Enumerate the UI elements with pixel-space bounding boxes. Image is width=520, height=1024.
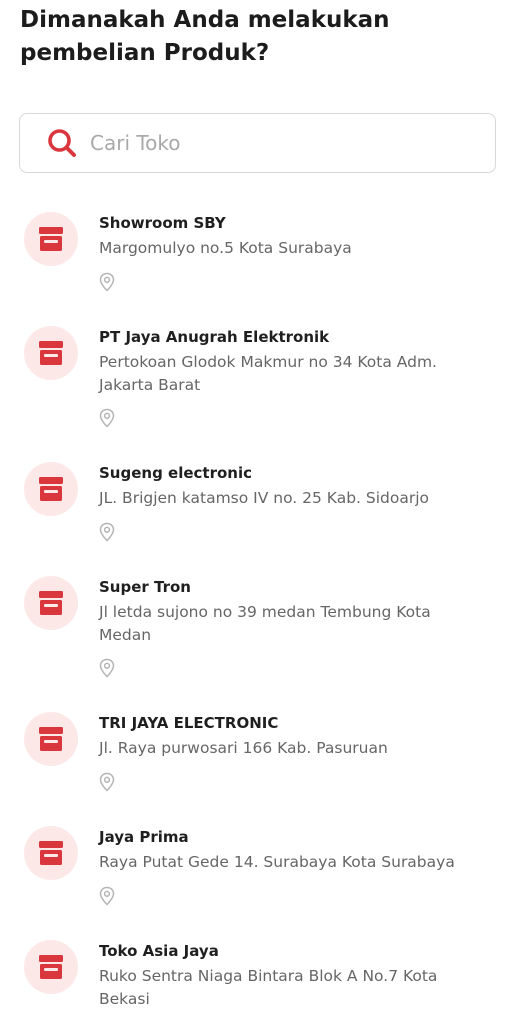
store-name: Sugeng electronic [99, 464, 252, 482]
store-icon [24, 826, 78, 880]
store-icon [24, 576, 78, 630]
store-icon [24, 212, 78, 266]
search-icon[interactable] [46, 127, 78, 159]
store-name: TRI JAYA ELECTRONIC [99, 714, 279, 732]
store-address: Ruko Sentra Niaga Bintara Blok A No.7 Ko… [99, 967, 438, 1008]
location-pin-icon[interactable] [97, 886, 117, 906]
location-pin-icon[interactable] [97, 408, 117, 428]
search-bar[interactable] [19, 113, 496, 173]
search-input[interactable] [90, 131, 470, 155]
store-icon [24, 462, 78, 516]
location-pin-icon[interactable] [97, 772, 117, 792]
store-name: PT Jaya Anugrah Elektronik [99, 328, 330, 346]
store-address: Raya Putat Gede 14. Surabaya Kota Suraba… [99, 853, 455, 871]
store-address: Pertokoan Glodok Makmur no 34 Kota Adm. … [99, 353, 437, 394]
store-address: Margomulyo no.5 Kota Surabaya [99, 239, 352, 257]
store-address: Jl. Raya purwosari 166 Kab. Pasuruan [99, 739, 388, 757]
location-pin-icon[interactable] [97, 272, 117, 292]
location-pin-icon[interactable] [97, 522, 117, 542]
store-address: JL. Brigjen katamso IV no. 25 Kab. Sidoa… [99, 489, 430, 507]
page-title: Dimanakah Anda melakukan pembelian Produ… [20, 7, 390, 66]
store-address: Jl letda sujono no 39 medan Tembung Kota… [99, 603, 431, 644]
store-icon [24, 712, 78, 766]
store-icon [24, 326, 78, 380]
store-name: Toko Asia Jaya [99, 942, 219, 960]
store-name: Jaya Prima [99, 828, 189, 846]
store-name: Super Tron [99, 578, 191, 596]
store-name: Showroom SBY [99, 214, 226, 232]
store-icon [24, 940, 78, 994]
location-pin-icon[interactable] [97, 658, 117, 678]
